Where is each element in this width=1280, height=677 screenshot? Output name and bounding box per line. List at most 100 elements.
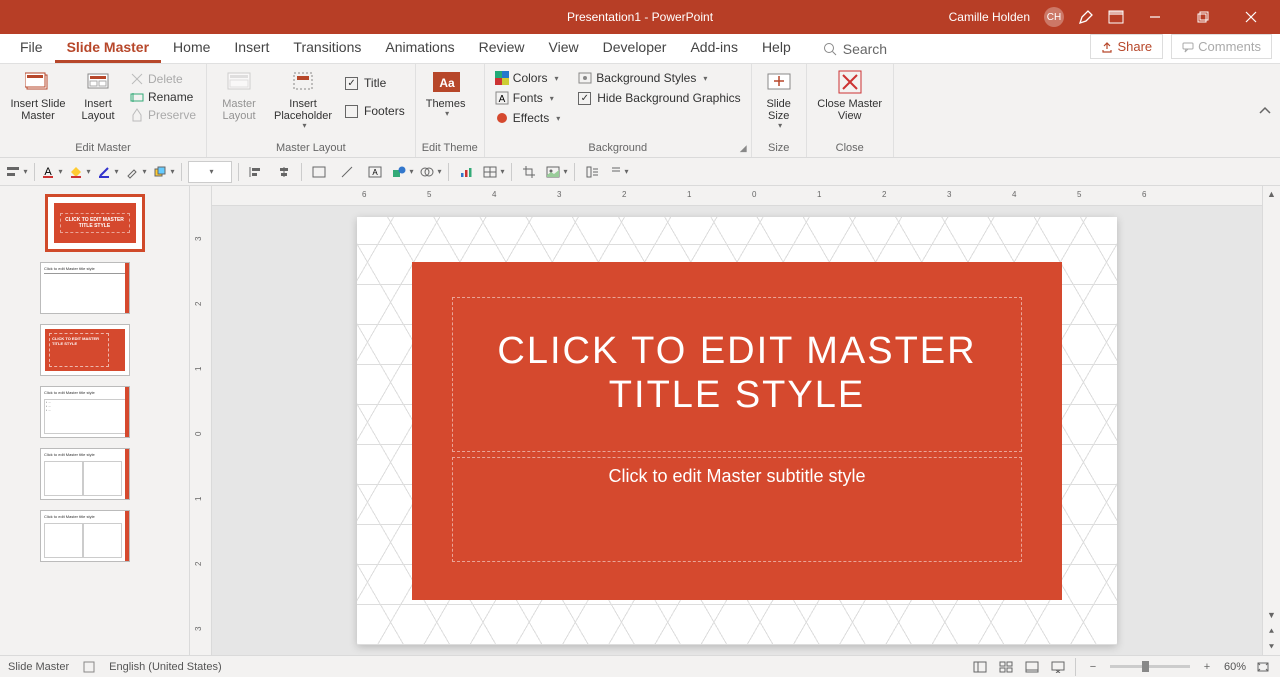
insert-layout-button[interactable]: Insert Layout bbox=[74, 66, 122, 124]
prev-slide-button[interactable]: ⯅ bbox=[1263, 623, 1280, 639]
zoom-in-button[interactable]: + bbox=[1198, 659, 1216, 675]
view-slideshow-button[interactable] bbox=[1049, 659, 1067, 675]
group-edit-master-label: Edit Master bbox=[6, 140, 200, 157]
minimize-button[interactable] bbox=[1138, 0, 1172, 34]
align-objects-button[interactable] bbox=[6, 161, 28, 183]
search-icon bbox=[823, 42, 837, 56]
merge-shapes-button[interactable] bbox=[420, 161, 442, 183]
accessibility-icon[interactable] bbox=[83, 661, 95, 673]
ribbon-display-icon[interactable] bbox=[1108, 10, 1124, 24]
tab-developer[interactable]: Developer bbox=[591, 33, 679, 63]
comments-button[interactable]: Comments bbox=[1171, 34, 1272, 59]
slide-canvas[interactable]: Click to edit Master title style Click t… bbox=[212, 206, 1262, 655]
collapse-ribbon-button[interactable] bbox=[1258, 106, 1272, 116]
themes-button[interactable]: Aa Themes bbox=[422, 66, 470, 121]
background-styles-button[interactable]: Background Styles bbox=[574, 69, 744, 87]
eyedropper-button[interactable] bbox=[125, 161, 147, 183]
scroll-down-button[interactable]: ▼ bbox=[1263, 607, 1280, 623]
align-center-button[interactable] bbox=[273, 161, 295, 183]
thumbnail-panel[interactable]: CLICK TO EDIT MASTER TITLE STYLE Click t… bbox=[0, 186, 190, 655]
insert-placeholder-button[interactable]: Insert Placeholder bbox=[269, 66, 337, 133]
zoom-level[interactable]: 60% bbox=[1224, 661, 1246, 673]
tab-slide-master[interactable]: Slide Master bbox=[55, 33, 161, 63]
ribbon-tabs: File Slide Master Home Insert Transition… bbox=[0, 34, 1280, 64]
pen-input-icon[interactable] bbox=[1078, 9, 1094, 25]
insert-slide-master-button[interactable]: Insert Slide Master bbox=[6, 66, 70, 124]
scroll-up-button[interactable]: ▲ bbox=[1263, 186, 1280, 202]
tab-review[interactable]: Review bbox=[467, 33, 537, 63]
fonts-icon: A bbox=[495, 91, 509, 105]
subtitle-placeholder[interactable]: Click to edit Master subtitle style bbox=[452, 457, 1022, 562]
delete-icon bbox=[130, 72, 144, 86]
title-checkbox[interactable]: ✓Title bbox=[341, 74, 409, 92]
chart-button[interactable] bbox=[455, 161, 477, 183]
fill-color-button[interactable] bbox=[69, 161, 91, 183]
font-color-button[interactable]: A bbox=[41, 161, 63, 183]
table-button[interactable] bbox=[483, 161, 505, 183]
zoom-slider[interactable] bbox=[1110, 665, 1190, 668]
align-left-button[interactable] bbox=[245, 161, 267, 183]
vertical-scrollbar[interactable]: ▲ ▼ ⯅ ⯆ bbox=[1262, 186, 1280, 655]
bg-styles-icon bbox=[578, 71, 592, 85]
thumbnail-layout-2[interactable]: CLICK TO EDIT MASTER TITLE STYLE bbox=[40, 324, 130, 376]
insert-placeholder-icon bbox=[289, 68, 317, 96]
next-slide-button[interactable]: ⯆ bbox=[1263, 639, 1280, 655]
more-tools-button[interactable] bbox=[609, 161, 631, 183]
shape-style-gallery[interactable] bbox=[188, 161, 232, 183]
thumbnail-layout-4[interactable]: Click to edit Master title style bbox=[40, 448, 130, 500]
fonts-button[interactable]: AFonts bbox=[491, 89, 564, 107]
close-master-view-button[interactable]: Close Master View bbox=[813, 66, 887, 124]
footers-checkbox[interactable]: Footers bbox=[341, 102, 409, 120]
status-bar: Slide Master English (United States) − +… bbox=[0, 655, 1280, 677]
user-avatar[interactable]: CH bbox=[1044, 7, 1064, 27]
slide-size-button[interactable]: Slide Size bbox=[758, 66, 800, 133]
shapes-gallery-button[interactable] bbox=[392, 161, 414, 183]
document-title: Presentation1 - PowerPoint bbox=[567, 10, 713, 24]
tab-home[interactable]: Home bbox=[161, 33, 222, 63]
thumbnail-layout-5[interactable]: Click to edit Master title style bbox=[40, 510, 130, 562]
group-background: Colors AFonts Effects Background Styles … bbox=[485, 64, 752, 157]
line-shape-button[interactable] bbox=[336, 161, 358, 183]
horizontal-ruler: 6 5 4 3 2 1 0 1 2 3 4 5 6 bbox=[212, 186, 1262, 206]
rename-button[interactable]: Rename bbox=[126, 88, 200, 106]
tab-transitions[interactable]: Transitions bbox=[281, 33, 373, 63]
checkbox-checked-icon: ✓ bbox=[345, 77, 358, 90]
tab-help[interactable]: Help bbox=[750, 33, 803, 63]
selection-pane-button[interactable] bbox=[581, 161, 603, 183]
arrange-button[interactable] bbox=[153, 161, 175, 183]
delete-button: Delete bbox=[126, 70, 200, 88]
tab-file[interactable]: File bbox=[8, 33, 55, 63]
tab-addins[interactable]: Add-ins bbox=[678, 33, 749, 63]
tab-view[interactable]: View bbox=[537, 33, 591, 63]
share-button[interactable]: Share bbox=[1090, 34, 1163, 59]
hide-background-checkbox[interactable]: ✓Hide Background Graphics bbox=[574, 89, 744, 107]
themes-icon: Aa bbox=[432, 68, 460, 96]
view-sorter-button[interactable] bbox=[997, 659, 1015, 675]
preserve-icon bbox=[130, 108, 144, 122]
close-window-button[interactable] bbox=[1234, 0, 1268, 34]
restore-button[interactable] bbox=[1186, 0, 1220, 34]
textbox-button[interactable]: A bbox=[364, 161, 386, 183]
colors-button[interactable]: Colors bbox=[491, 69, 564, 87]
tab-insert[interactable]: Insert bbox=[222, 33, 281, 63]
thumbnail-master[interactable]: CLICK TO EDIT MASTER TITLE STYLE bbox=[45, 194, 145, 252]
thumbnail-layout-3[interactable]: Click to edit Master title style • ....•… bbox=[40, 386, 130, 438]
colors-icon bbox=[495, 71, 509, 85]
fit-to-window-button[interactable] bbox=[1254, 659, 1272, 675]
search-box[interactable]: Search bbox=[813, 35, 897, 63]
view-reading-button[interactable] bbox=[1023, 659, 1041, 675]
slide-master[interactable]: Click to edit Master title style Click t… bbox=[357, 217, 1117, 645]
title-placeholder[interactable]: Click to edit Master title style bbox=[452, 297, 1022, 452]
tab-animations[interactable]: Animations bbox=[373, 33, 466, 63]
svg-text:A: A bbox=[372, 168, 378, 177]
outline-color-button[interactable] bbox=[97, 161, 119, 183]
effects-button[interactable]: Effects bbox=[491, 109, 564, 127]
rectangle-shape-button[interactable] bbox=[308, 161, 330, 183]
status-language[interactable]: English (United States) bbox=[109, 661, 222, 673]
crop-button[interactable] bbox=[518, 161, 540, 183]
background-dialog-launcher[interactable]: ◢ bbox=[740, 143, 747, 154]
view-normal-button[interactable] bbox=[971, 659, 989, 675]
zoom-out-button[interactable]: − bbox=[1084, 659, 1102, 675]
thumbnail-layout-1[interactable]: Click to edit Master title style bbox=[40, 262, 130, 314]
picture-button[interactable] bbox=[546, 161, 568, 183]
